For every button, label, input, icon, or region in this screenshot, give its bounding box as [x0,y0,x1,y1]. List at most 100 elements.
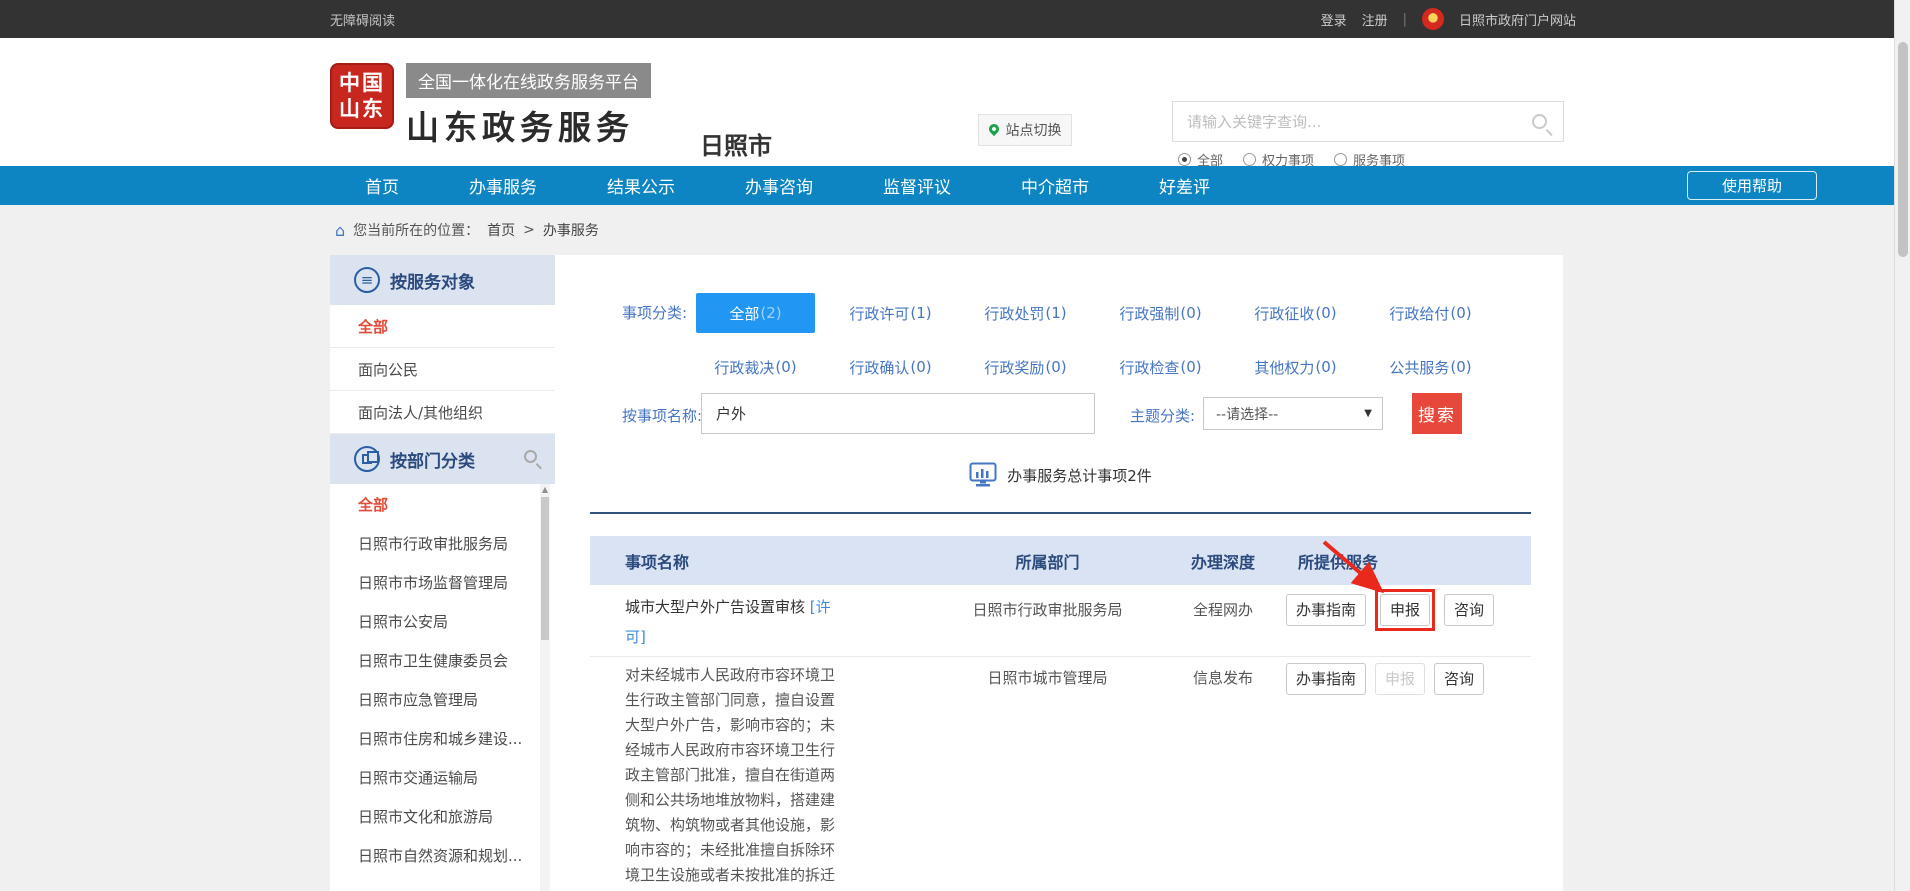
sidebar-item-all-departments[interactable]: 全部 [330,485,555,524]
sidebar-item-dept-5[interactable]: 日照市应急管理局 [330,680,555,719]
breadcrumb: ⌂ 您当前所在的位置： 首页 > 办事服务 [335,218,599,242]
nav-item-results[interactable]: 结果公示 [572,166,710,205]
item-name-link[interactable]: 城市大型户外广告设置审核 [许可] [625,592,847,652]
sidebar-item-dept-2[interactable]: 日照市市场监督管理局 [330,563,555,602]
site-logo: 中国山东 全国一体化在线政务服务平台 山东政务服务 [330,63,651,149]
nav-item-services[interactable]: 办事服务 [434,166,572,205]
topbar: 无障碍阅读 登录 注册 | ★ 日照市政府门户网站 [0,0,1894,38]
page-scrollbar[interactable] [1894,0,1910,891]
radio-icon[interactable] [1334,153,1347,166]
shandong-seal-logo: 中国山东 [330,63,394,129]
search-icon[interactable] [1532,114,1547,129]
consult-button[interactable]: 咨询 [1444,594,1494,626]
main-panel: 事项分类: 全部(2) 行政许可(1) 行政处罚(1) 行政强制(0) 行政征收… [590,255,1531,891]
category-tabs-row1: 全部(2) 行政许可(1) 行政处罚(1) 行政强制(0) 行政征收(0) 行政… [688,293,1498,333]
list-icon: ≡ [354,267,380,293]
item-name-label: 按事项名称: [622,405,702,426]
col-header-depth: 办理深度 [1160,549,1286,573]
portal-link[interactable]: 日照市政府门户网站 [1459,10,1576,29]
tab-admin-inspection[interactable]: 行政检查(0) [1093,351,1228,383]
nav-item-home[interactable]: 首页 [330,166,434,205]
item-depth: 信息发布 [1160,657,1286,891]
tab-admin-adjudication[interactable]: 行政裁决(0) [688,351,823,383]
sidebar-item-dept-7[interactable]: 日照市交通运输局 [330,758,555,797]
guide-button[interactable]: 办事指南 [1286,663,1366,695]
consult-button[interactable]: 咨询 [1434,663,1484,695]
tab-admin-coercion[interactable]: 行政强制(0) [1093,293,1228,333]
breadcrumb-current: 办事服务 [543,220,599,240]
breadcrumb-prefix: 您当前所在的位置： [353,220,479,240]
breadcrumb-home-link[interactable]: 首页 [487,220,515,240]
department-icon [354,446,380,472]
sidebar-item-legal-persons[interactable]: 面向法人/其他组织 [330,391,555,434]
stats-line: 办事服务总计事项2件 [590,462,1531,488]
sidebar-item-dept-8[interactable]: 日照市文化和旅游局 [330,797,555,836]
page-scrollbar-thumb[interactable] [1898,42,1908,257]
department-search-icon[interactable] [524,450,537,463]
nav-item-rating[interactable]: 好差评 [1124,166,1245,205]
table-row: 对未经城市人民政府市容环境卫生行政主管部门同意，擅自设置大型户外广告，影响市容的… [590,657,1531,891]
sidebar-item-dept-4[interactable]: 日照市卫生健康委员会 [330,641,555,680]
sidebar-item-all-targets[interactable]: 全部 [330,305,555,348]
topic-label: 主题分类: [1130,405,1195,426]
dropdown-caret-icon: ▼ [1364,408,1372,419]
national-emblem-icon: ★ [1422,8,1444,30]
sidebar-item-dept-1[interactable]: 日照市行政审批服务局 [330,524,555,563]
search-button[interactable]: 搜索 [1412,393,1462,434]
category-filter-label: 事项分类: [622,302,687,323]
site-header: 中国山东 全国一体化在线政务服务平台 山东政务服务 日照市 站点切换 全部 权力… [0,38,1894,166]
nav-item-supervision[interactable]: 监督评议 [848,166,986,205]
radio-selected-icon[interactable] [1178,153,1191,166]
col-header-department: 所属部门 [935,549,1160,573]
item-depth: 全程网办 [1160,585,1286,656]
sidebar: ≡ 按服务对象 全部 面向公民 面向法人/其他组织 按部门分类 全部 日照市行政… [330,255,555,891]
apply-button[interactable]: 申报 [1380,594,1430,626]
tab-admin-confirmation[interactable]: 行政确认(0) [823,351,958,383]
item-search-form: 按事项名称: 主题分类: --请选择-- ▼ 搜索 [590,393,1531,434]
tab-admin-levy[interactable]: 行政征收(0) [1228,293,1363,333]
site-switch-button[interactable]: 站点切换 [978,114,1072,146]
keyword-search-input[interactable] [1173,113,1532,131]
tab-admin-penalty[interactable]: 行政处罚(1) [958,293,1093,333]
sidebar-item-dept-3[interactable]: 日照市公安局 [330,602,555,641]
sidebar-item-dept-9[interactable]: 日照市自然资源和规划... [330,836,555,875]
col-header-services: 所提供服务 [1286,549,1531,573]
city-name: 日照市 [700,126,772,161]
nav-item-consult[interactable]: 办事咨询 [710,166,848,205]
apply-button-disabled: 申报 [1375,663,1425,695]
sidebar-scrollbar-thumb[interactable] [541,497,549,640]
department-list: 全部 日照市行政审批服务局 日照市市场监督管理局 日照市公安局 日照市卫生健康委… [330,484,555,875]
section-header-department: 按部门分类 [330,434,555,484]
breadcrumb-separator: > [523,222,535,238]
item-name-input[interactable] [701,393,1095,434]
home-icon: ⌂ [335,221,345,240]
section-divider [590,512,1531,514]
guide-button[interactable]: 办事指南 [1286,594,1366,626]
tab-admin-payment[interactable]: 行政给付(0) [1363,293,1498,333]
keyword-search-box [1172,101,1564,142]
nav-item-intermediary[interactable]: 中介超市 [986,166,1124,205]
tab-other-powers[interactable]: 其他权力(0) [1228,351,1363,383]
site-name: 山东政务服务 [406,101,651,149]
help-button[interactable]: 使用帮助 [1687,171,1817,200]
topic-select[interactable]: --请选择-- ▼ [1203,397,1383,430]
sidebar-scrollbar[interactable]: ▲ [540,484,550,891]
scroll-up-arrow-icon[interactable]: ▲ [540,484,550,496]
topbar-divider: | [1403,12,1407,27]
sidebar-item-dept-6[interactable]: 日照市住房和城乡建设... [330,719,555,758]
table-header-row: 事项名称 所属部门 办理深度 所提供服务 [590,536,1531,585]
accessibility-link[interactable]: 无障碍阅读 [330,0,395,38]
topbar-right: 登录 注册 | ★ 日照市政府门户网站 [1321,0,1576,38]
col-header-item-name: 事项名称 [590,549,935,573]
sidebar-item-citizens[interactable]: 面向公民 [330,348,555,391]
radio-icon[interactable] [1243,153,1256,166]
items-table: 事项名称 所属部门 办理深度 所提供服务 城市大型户外广告设置审核 [许可] 日… [590,536,1531,891]
tab-public-service[interactable]: 公共服务(0) [1363,351,1498,383]
item-name-link[interactable]: 对未经城市人民政府市容环境卫生行政主管部门同意，擅自设置大型户外广告，影响市容的… [625,663,847,891]
tab-admin-license[interactable]: 行政许可(1) [823,293,958,333]
tab-all[interactable]: 全部(2) [696,293,815,333]
main-nav: 首页 办事服务 结果公示 办事咨询 监督评议 中介超市 好差评 使用帮助 [0,166,1894,205]
login-link[interactable]: 登录 [1321,10,1347,29]
register-link[interactable]: 注册 [1362,10,1388,29]
tab-admin-reward[interactable]: 行政奖励(0) [958,351,1093,383]
